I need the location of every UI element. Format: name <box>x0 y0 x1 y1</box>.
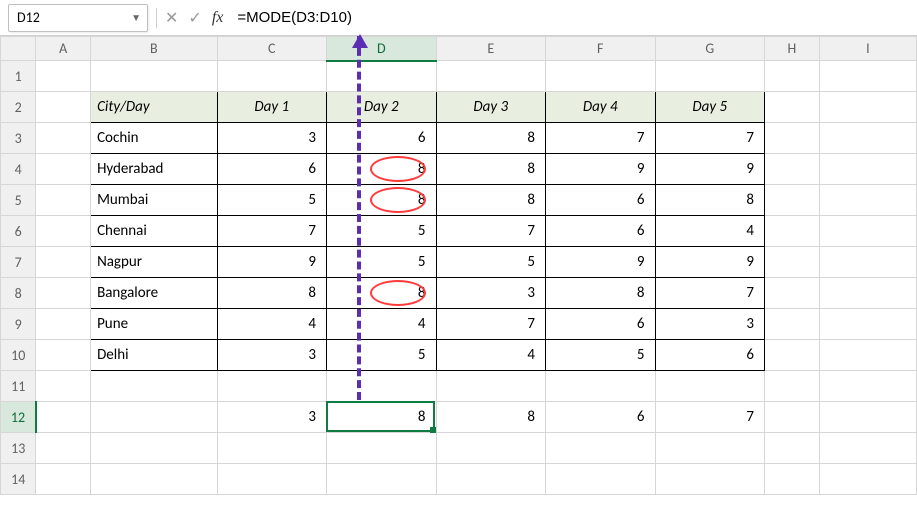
name-box[interactable]: D12 ▼ <box>8 4 148 32</box>
cell[interactable]: 9 <box>546 247 656 278</box>
cell[interactable]: 8 <box>327 278 437 309</box>
col-header-A[interactable]: A <box>36 37 91 61</box>
cell[interactable]: 7 <box>546 123 656 154</box>
cell[interactable]: 3 <box>217 340 327 371</box>
col-header-I[interactable]: I <box>819 37 916 61</box>
cell-city[interactable]: Chennai <box>91 216 217 247</box>
chevron-down-icon[interactable]: ▼ <box>131 11 141 24</box>
cell-city[interactable]: Nagpur <box>91 247 217 278</box>
column-header-row: A B C D E F G H I <box>1 37 917 61</box>
cell[interactable]: 6 <box>546 309 656 340</box>
cell[interactable]: 8 <box>436 154 546 185</box>
cell[interactable]: 8 <box>436 185 546 216</box>
cell[interactable]: 7 <box>655 123 765 154</box>
cell[interactable]: 5 <box>327 247 437 278</box>
mode-cell[interactable]: 6 <box>546 402 656 433</box>
row-header[interactable]: 5 <box>1 185 36 216</box>
col-header-B[interactable]: B <box>91 37 217 61</box>
cell[interactable]: 3 <box>217 123 327 154</box>
name-box-value: D12 <box>17 9 40 26</box>
row-header[interactable]: 1 <box>1 61 36 92</box>
cell[interactable]: 7 <box>436 216 546 247</box>
col-header-D[interactable]: D <box>327 37 437 61</box>
fx-icon[interactable]: fx <box>212 9 224 27</box>
row-header[interactable]: 13 <box>1 433 36 464</box>
cell[interactable]: 7 <box>217 216 327 247</box>
table-header-day3[interactable]: Day 3 <box>436 92 546 123</box>
row-header[interactable]: 12 <box>1 402 36 433</box>
cell[interactable]: 8 <box>327 154 437 185</box>
col-header-C[interactable]: C <box>217 37 327 61</box>
cell[interactable]: 9 <box>655 154 765 185</box>
col-header-E[interactable]: E <box>436 37 546 61</box>
cell-city[interactable]: Mumbai <box>91 185 217 216</box>
formula-bar: D12 ▼ ✕ ✓ fx <box>0 0 917 36</box>
row-header[interactable]: 8 <box>1 278 36 309</box>
row-header[interactable]: 2 <box>1 92 36 123</box>
table-header-day1[interactable]: Day 1 <box>217 92 327 123</box>
divider <box>156 8 157 28</box>
cell-city[interactable]: Delhi <box>91 340 217 371</box>
cell[interactable]: 8 <box>436 123 546 154</box>
cell[interactable]: 6 <box>217 154 327 185</box>
row-header[interactable]: 14 <box>1 464 36 495</box>
cell[interactable]: 9 <box>655 247 765 278</box>
row-header[interactable]: 9 <box>1 309 36 340</box>
cell[interactable]: 5 <box>436 247 546 278</box>
row-header[interactable]: 7 <box>1 247 36 278</box>
cell[interactable]: 4 <box>436 340 546 371</box>
row-header[interactable]: 4 <box>1 154 36 185</box>
cell[interactable]: 5 <box>327 340 437 371</box>
mode-cell[interactable]: 7 <box>655 402 765 433</box>
cell[interactable]: 5 <box>327 216 437 247</box>
cell[interactable]: 3 <box>655 309 765 340</box>
col-header-H[interactable]: H <box>765 37 820 61</box>
cell-city[interactable]: Pune <box>91 309 217 340</box>
cell[interactable]: 7 <box>436 309 546 340</box>
col-header-F[interactable]: F <box>546 37 656 61</box>
cell[interactable]: 9 <box>217 247 327 278</box>
cell[interactable]: 3 <box>436 278 546 309</box>
cell[interactable]: 8 <box>546 278 656 309</box>
cell[interactable]: 8 <box>217 278 327 309</box>
row-header[interactable]: 3 <box>1 123 36 154</box>
table-header-day2[interactable]: Day 2 <box>327 92 437 123</box>
cell[interactable]: 6 <box>327 123 437 154</box>
table-header-day4[interactable]: Day 4 <box>546 92 656 123</box>
mode-cell[interactable]: 8 <box>436 402 546 433</box>
row-header[interactable]: 10 <box>1 340 36 371</box>
cell[interactable]: 8 <box>327 185 437 216</box>
spreadsheet-grid: A B C D E F G H I 1 2 City/Day Day 1 Day… <box>0 36 917 495</box>
cell[interactable]: 9 <box>546 154 656 185</box>
table-header-day5[interactable]: Day 5 <box>655 92 765 123</box>
row-header[interactable]: 6 <box>1 216 36 247</box>
cell-city[interactable]: Hyderabad <box>91 154 217 185</box>
cell[interactable]: 5 <box>546 340 656 371</box>
cell[interactable]: 4 <box>217 309 327 340</box>
select-all-corner[interactable] <box>1 37 36 61</box>
cell[interactable]: 6 <box>546 185 656 216</box>
formula-bar-buttons: ✕ ✓ fx <box>165 8 223 28</box>
table-header-city[interactable]: City/Day <box>91 92 217 123</box>
cell[interactable]: 5 <box>217 185 327 216</box>
col-header-G[interactable]: G <box>655 37 765 61</box>
cancel-icon[interactable]: ✕ <box>165 8 178 28</box>
cell[interactable]: 4 <box>327 309 437 340</box>
sheet-table[interactable]: A B C D E F G H I 1 2 City/Day Day 1 Day… <box>0 36 917 495</box>
cell[interactable]: 7 <box>655 278 765 309</box>
formula-input[interactable] <box>231 4 909 32</box>
cell[interactable]: 6 <box>655 340 765 371</box>
row-header[interactable]: 11 <box>1 371 36 402</box>
cell-city[interactable]: Cochin <box>91 123 217 154</box>
cell-city[interactable]: Bangalore <box>91 278 217 309</box>
mode-cell[interactable]: 3 <box>217 402 327 433</box>
cell[interactable]: 8 <box>655 185 765 216</box>
cell[interactable]: 6 <box>546 216 656 247</box>
mode-cell-selected[interactable]: 8 <box>327 402 437 433</box>
enter-icon[interactable]: ✓ <box>188 8 201 28</box>
cell[interactable]: 4 <box>655 216 765 247</box>
